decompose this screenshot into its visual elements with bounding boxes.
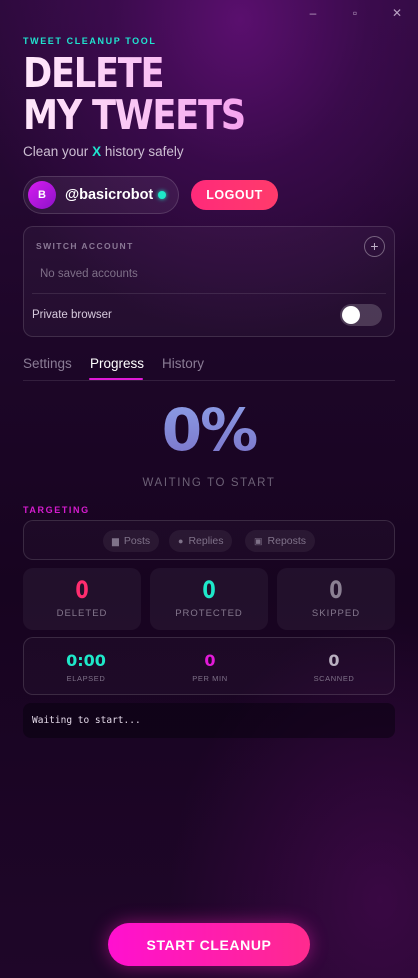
title-line-1: DELETE	[23, 49, 164, 97]
post-icon: ▆	[112, 535, 119, 546]
stat-skipped-label: SKIPPED	[311, 608, 361, 619]
metrics-panel: 0:00 ELAPSED 0 PER MIN 0 SCANNED	[23, 637, 395, 695]
target-reposts-label: Reposts	[267, 535, 307, 547]
target-reposts[interactable]: ▣ Reposts	[245, 530, 316, 552]
tab-settings[interactable]: Settings	[23, 356, 72, 371]
log-console-text: Waiting to start...	[32, 715, 141, 726]
stat-skipped-value: 0	[329, 576, 343, 604]
reply-icon: ●	[178, 536, 184, 546]
tagline-post: history safely	[104, 144, 184, 159]
active-tab-indicator	[89, 378, 143, 380]
progress-status: WAITING TO START	[142, 477, 276, 489]
stat-protected-label: PROTECTED	[175, 608, 243, 619]
metric-per-min: 0 PER MIN	[148, 638, 272, 696]
tab-progress[interactable]: Progress	[90, 356, 144, 371]
target-posts-label: Posts	[123, 535, 151, 547]
divider	[32, 293, 386, 294]
tagline-pre: Clean your	[23, 144, 89, 159]
user-chip[interactable]: B @basicrobot	[23, 176, 179, 214]
start-cleanup-button[interactable]: START CLEANUP	[108, 923, 310, 966]
stat-deleted-label: DELETED	[56, 608, 108, 619]
progress-percent: 0%	[0, 396, 418, 464]
metric-per-min-value: 0	[204, 651, 216, 670]
maximize-icon[interactable]: ▫	[348, 6, 362, 20]
minimize-icon[interactable]: –	[306, 6, 320, 20]
app-title: DELETE MY TWEETS	[23, 52, 245, 136]
metric-per-min-label: PER MIN	[192, 674, 228, 683]
private-browser-label: Private browser	[32, 309, 112, 321]
target-posts[interactable]: ▆ Posts	[103, 530, 160, 552]
add-account-icon[interactable]: +	[364, 236, 385, 257]
stat-deleted: 0 DELETED	[23, 568, 141, 630]
log-console: Waiting to start...	[23, 703, 395, 738]
targeting-label: TARGETING	[23, 505, 90, 515]
stat-deleted-value: 0	[75, 576, 89, 604]
private-browser-toggle[interactable]	[340, 304, 382, 326]
metric-scanned-value: 0	[328, 651, 340, 670]
title-line-2: MY TWEETS	[23, 91, 245, 139]
metric-elapsed-label: ELAPSED	[66, 674, 106, 683]
app-header: TWEET CLEANUP TOOL DELETE MY TWEETS Clea…	[23, 36, 281, 159]
metric-elapsed: 0:00 ELAPSED	[24, 638, 148, 696]
switch-account-heading: SWITCH ACCOUNT	[36, 241, 134, 251]
tab-bar: Settings Progress History	[23, 356, 395, 381]
logout-button[interactable]: LOGOUT	[191, 180, 278, 210]
avatar: B	[28, 181, 56, 209]
online-status-dot	[158, 191, 167, 199]
close-icon[interactable]: ✕	[390, 6, 404, 20]
repost-icon: ▣	[254, 535, 263, 546]
stat-skipped: 0 SKIPPED	[277, 568, 395, 630]
targeting-options: ▆ Posts ● Replies ▣ Reposts	[23, 520, 395, 560]
window-controls: – ▫ ✕	[306, 6, 404, 20]
tab-history[interactable]: History	[162, 356, 204, 371]
switch-account-panel: SWITCH ACCOUNT + No saved accounts Priva…	[23, 226, 395, 337]
target-replies[interactable]: ● Replies	[169, 530, 233, 552]
app-eyebrow: TWEET CLEANUP TOOL	[23, 36, 157, 46]
username: @basicrobot	[65, 187, 154, 203]
x-brand-text: X	[92, 144, 102, 159]
metric-scanned: 0 SCANNED	[272, 638, 396, 696]
metric-scanned-label: SCANNED	[313, 674, 355, 683]
tagline: Clean your X history safely	[23, 144, 281, 159]
metric-elapsed-value: 0:00	[66, 651, 106, 670]
stat-protected-value: 0	[202, 576, 216, 604]
stat-protected: 0 PROTECTED	[150, 568, 268, 630]
no-saved-accounts-text: No saved accounts	[40, 268, 138, 280]
toggle-knob	[342, 306, 360, 324]
target-replies-label: Replies	[188, 535, 224, 547]
